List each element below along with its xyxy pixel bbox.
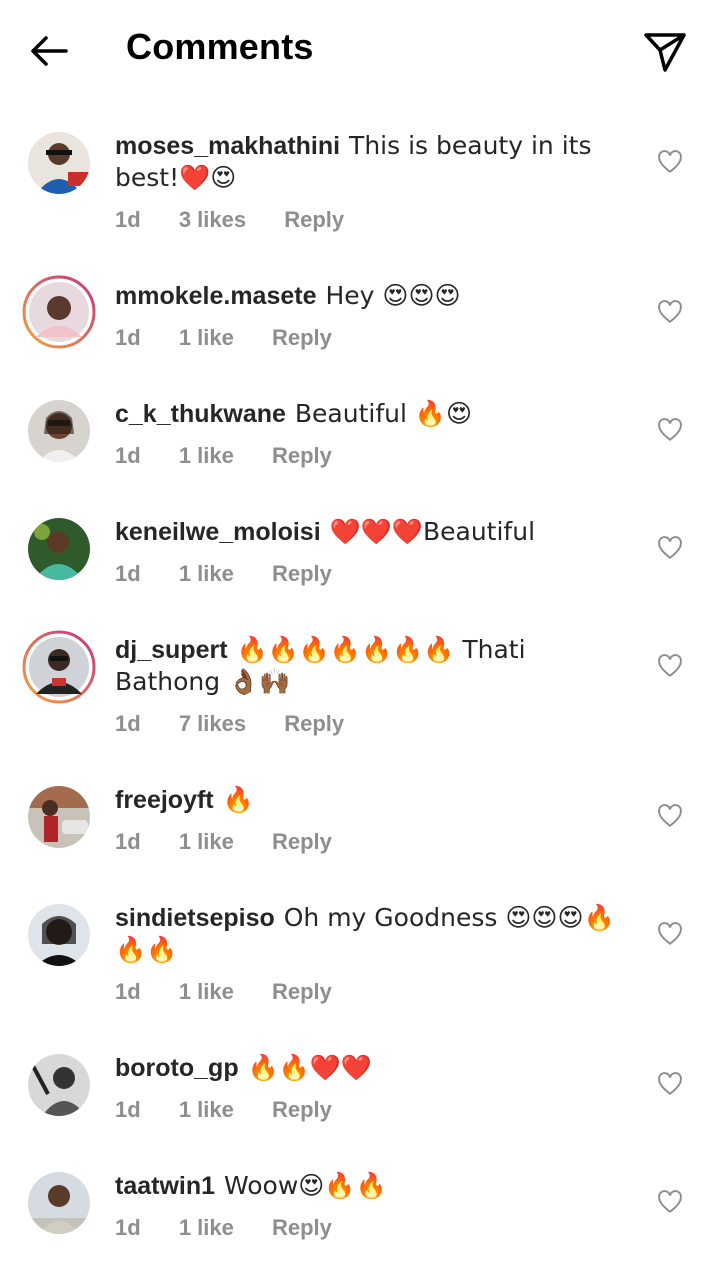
comment-time: 1d [115,979,141,1004]
reply-button[interactable]: Reply [272,1215,332,1241]
back-arrow-icon[interactable] [26,28,72,74]
comment-likes[interactable]: 1 like [179,561,234,587]
comment-username[interactable]: moses_makhathini [115,132,340,160]
comment-text: Beautiful 🔥😍 [294,399,473,428]
comment-likes[interactable]: 1 like [179,1215,234,1241]
reply-button[interactable]: Reply [272,325,332,351]
comment-likes[interactable]: 1 like [179,829,234,855]
comment-meta: 1d 3 likes Reply [115,207,376,233]
comment-body: moses_makhathini This is beauty in its b… [115,130,635,194]
comment-likes[interactable]: 1 like [179,325,234,351]
heart-outline-icon[interactable] [657,922,683,946]
comment-text: ❤️❤️❤️Beautiful [329,517,536,546]
comment-body: mmokele.masete Hey 😍😍😍 [115,280,635,312]
comment-username[interactable]: mmokele.masete [115,282,317,310]
avatar[interactable] [28,904,90,966]
comment-text: Woow😍🔥🔥 [223,1171,387,1200]
send-icon[interactable] [642,28,688,74]
comment-text: 🔥 [222,785,254,814]
comment-time: 1d [115,1097,141,1122]
avatar[interactable] [28,400,90,462]
reply-button[interactable]: Reply [272,561,332,587]
comment-meta: 1d 1 like Reply [115,325,364,351]
comment-likes[interactable]: 3 likes [179,207,246,233]
reply-button[interactable]: Reply [284,711,344,737]
comment-meta: 1d 1 like Reply [115,1097,364,1123]
comment-meta: 1d 1 like Reply [115,979,364,1005]
comment-text: Hey 😍😍😍 [325,281,461,310]
avatar[interactable] [28,132,90,194]
comment-likes[interactable]: 1 like [179,979,234,1005]
avatar[interactable] [28,1172,90,1234]
comment-username[interactable]: taatwin1 [115,1172,215,1200]
reply-button[interactable]: Reply [272,829,332,855]
comment-time: 1d [115,829,141,854]
comment-meta: 1d 7 likes Reply [115,711,376,737]
comment-username[interactable]: freejoyft [115,786,214,814]
comment-text: 🔥🔥❤️❤️ [247,1053,373,1082]
comment-time: 1d [115,325,141,350]
reply-button[interactable]: Reply [272,1097,332,1123]
avatar[interactable] [28,786,90,848]
comment-meta: 1d 1 like Reply [115,1215,364,1241]
comment-username[interactable]: boroto_gp [115,1054,239,1082]
comment-username[interactable]: c_k_thukwane [115,400,286,428]
heart-outline-icon[interactable] [657,654,683,678]
comment-meta: 1d 1 like Reply [115,443,364,469]
comment-body: freejoyft 🔥 [115,784,635,816]
comment-meta: 1d 1 like Reply [115,829,364,855]
avatar[interactable] [28,518,90,580]
heart-outline-icon[interactable] [657,1190,683,1214]
comment-likes[interactable]: 7 likes [179,711,246,737]
page-title: Comments [126,26,314,67]
comment-time: 1d [115,443,141,468]
header: Comments [0,0,720,100]
comment-username[interactable]: sindietsepiso [115,904,275,932]
avatar[interactable] [22,275,96,349]
comment-body: boroto_gp 🔥🔥❤️❤️ [115,1052,635,1084]
heart-outline-icon[interactable] [657,804,683,828]
comment-body: sindietsepiso Oh my Goodness 😍😍😍🔥🔥🔥 [115,902,635,966]
comment-likes[interactable]: 1 like [179,1097,234,1123]
reply-button[interactable]: Reply [284,207,344,233]
comment-body: taatwin1 Woow😍🔥🔥 [115,1170,635,1202]
comment-time: 1d [115,1215,141,1240]
reply-button[interactable]: Reply [272,443,332,469]
comment-time: 1d [115,561,141,586]
heart-outline-icon[interactable] [657,1072,683,1096]
comment-meta: 1d 1 like Reply [115,561,364,587]
avatar[interactable] [28,1054,90,1116]
comment-time: 1d [115,207,141,232]
heart-outline-icon[interactable] [657,536,683,560]
comment-body: dj_supert 🔥🔥🔥🔥🔥🔥🔥 Thati Bathong 👌🏾🙌🏾 [115,634,635,698]
heart-outline-icon[interactable] [657,150,683,174]
comment-likes[interactable]: 1 like [179,443,234,469]
heart-outline-icon[interactable] [657,418,683,442]
comment-username[interactable]: keneilwe_moloisi [115,518,321,546]
comment-body: c_k_thukwane Beautiful 🔥😍 [115,398,635,430]
comment-time: 1d [115,711,141,736]
reply-button[interactable]: Reply [272,979,332,1005]
comment-body: keneilwe_moloisi ❤️❤️❤️Beautiful [115,516,635,548]
comment-username[interactable]: dj_supert [115,636,228,664]
avatar[interactable] [22,630,96,704]
heart-outline-icon[interactable] [657,300,683,324]
